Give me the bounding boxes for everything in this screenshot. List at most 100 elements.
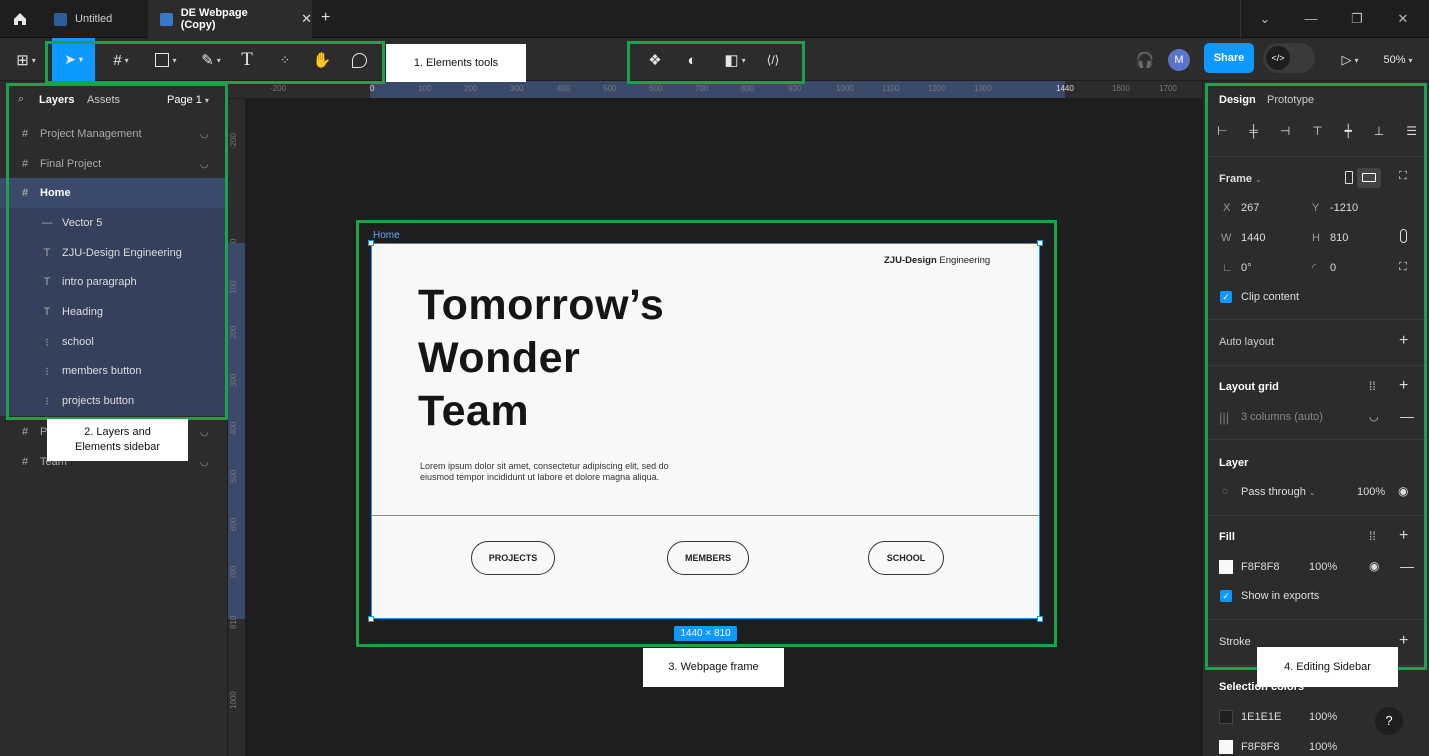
portrait-icon[interactable] [1345,171,1353,184]
tab-assets[interactable]: Assets [87,94,120,106]
hidden-eye-icon[interactable]: ◡ [200,457,209,468]
selection-color-swatch[interactable] [1219,710,1233,724]
grid-styles-icon[interactable]: ⁞⁞ [1369,379,1376,393]
share-button[interactable]: Share [1204,43,1254,73]
home-icon[interactable] [12,11,28,27]
members-button[interactable]: MEMBERS [667,541,749,575]
crop-button[interactable]: ⟨/⟩ [762,45,784,75]
frame-type-selector[interactable]: Frame ⌄ [1219,173,1262,185]
layer-row[interactable]: ⁝ school [0,327,226,357]
hidden-eye-icon[interactable]: ◡ [200,159,209,170]
intro-paragraph[interactable]: Lorem ipsum dolor sit amet, consectetur … [420,461,688,483]
resize-handle[interactable] [368,240,374,246]
layer-row[interactable]: ⁝ projects button [0,386,226,416]
hidden-eye-icon[interactable]: ◡ [200,427,209,438]
add-stroke-icon[interactable]: + [1399,632,1408,650]
clip-content-checkbox[interactable]: ✓ Clip content [1220,291,1299,303]
minimize-icon[interactable]: — [1300,8,1322,30]
headphones-icon[interactable]: 🎧 [1134,45,1156,75]
selection-color-opacity[interactable]: 100% [1309,711,1337,723]
window-close-icon[interactable]: ✕ [1392,8,1414,30]
present-button[interactable]: ▷ ▾ [1334,45,1366,75]
landscape-button[interactable] [1357,168,1381,188]
dev-mode-toggle[interactable]: </> [1263,43,1315,73]
resize-handle[interactable] [368,616,374,622]
tab-untitled[interactable]: Untitled [40,0,148,38]
grid-value[interactable]: 3 columns (auto) [1241,411,1323,423]
columns-icon[interactable]: ||| [1219,410,1229,425]
eye-icon[interactable]: ◉ [1369,559,1379,573]
hero-heading[interactable]: Tomorrow’s Wonder Team [418,279,664,438]
layer-row[interactable]: T Heading [0,297,226,327]
h-input[interactable]: 810 [1330,232,1348,244]
layer-row[interactable]: # Final Project ◡ [0,149,226,179]
distribute-icon[interactable]: ☰ [1406,124,1417,140]
layer-row[interactable]: — Vector 5 [0,208,226,238]
radius-input[interactable]: 0 [1330,262,1336,274]
selection-color-hex[interactable]: 1E1E1E [1241,711,1281,723]
fill-opacity-input[interactable]: 100% [1309,561,1337,573]
resize-handle[interactable] [1037,240,1043,246]
w-input[interactable]: 1440 [1241,232,1265,244]
x-input[interactable]: 267 [1241,202,1259,214]
align-right-icon[interactable]: ⊣ [1280,124,1290,140]
y-input[interactable]: -1210 [1330,202,1358,214]
hidden-icon[interactable]: ◡ [1369,410,1379,423]
blend-mode-select[interactable]: Pass through ⌄ [1241,486,1316,498]
move-tool-button[interactable]: ➤ ▾ [52,38,95,81]
page-selector[interactable]: Page 1 ▾ [167,94,209,106]
layer-row[interactable]: Tintro paragraph [0,267,226,297]
layer-row[interactable]: ⁝ members button [0,356,226,386]
align-middle-v-icon[interactable]: ┿ [1345,124,1352,140]
layer-opacity-input[interactable]: 100% [1357,486,1385,498]
fill-hex-input[interactable]: F8F8F8 [1241,561,1280,573]
add-fill-icon[interactable]: + [1399,527,1408,545]
zoom-button[interactable]: 50% ▾ [1376,45,1420,75]
hand-tool-button[interactable]: ✋ [310,45,334,75]
avatar[interactable]: M [1168,49,1190,71]
layer-row[interactable]: T ZJU-Design Engineering [0,238,226,268]
align-left-icon[interactable]: ⊢ [1217,124,1227,140]
close-icon[interactable]: ✕ [301,11,312,27]
fill-swatch[interactable] [1219,560,1233,574]
tab-layers[interactable]: Layers [39,94,74,106]
school-button[interactable]: SCHOOL [868,541,944,575]
projects-button[interactable]: PROJECTS [471,541,555,575]
align-center-h-icon[interactable]: ╪ [1249,124,1258,140]
selection-color-swatch[interactable] [1219,740,1233,754]
resources-button[interactable]: ⁘ [274,45,296,75]
shape-tool-button[interactable]: ▾ [148,45,184,75]
chevron-down-icon[interactable]: ⌄ [1254,8,1276,30]
mask-button[interactable]: ◐ [681,45,703,75]
pen-tool-button[interactable]: ✎ ▾ [194,45,228,75]
text-tool-button[interactable]: T [236,45,258,75]
selection-color-opacity[interactable]: 100% [1309,741,1337,753]
remove-fill-icon[interactable]: — [1400,558,1414,574]
fill-styles-icon[interactable]: ⁞⁞ [1369,529,1376,543]
restore-icon[interactable]: ❐ [1346,8,1368,30]
hidden-eye-icon[interactable]: ◡ [200,129,209,140]
search-icon[interactable]: ⌕ [18,93,24,106]
main-menu-button[interactable]: ⊞ ▾ [10,45,42,75]
add-auto-layout-icon[interactable]: + [1399,332,1408,350]
selection-color-hex[interactable]: F8F8F8 [1241,741,1280,753]
align-top-icon[interactable]: ⊤ [1312,124,1322,140]
remove-grid-icon[interactable]: — [1400,408,1414,424]
comment-tool-button[interactable] [348,45,370,75]
layer-row[interactable]: # Project Management ◡ [0,119,226,149]
frame-tool-button[interactable]: # ▾ [104,45,138,75]
help-button[interactable]: ? [1375,707,1403,735]
show-exports-checkbox[interactable]: ✓ Show in exports [1220,590,1319,602]
layer-row[interactable]: # Home [0,178,226,208]
resize-to-fit-icon[interactable]: ⛶ [1399,170,1407,183]
frame-name-label[interactable]: Home [373,230,400,241]
tab-de-webpage[interactable]: DE Webpage (Copy) ✕ [148,0,312,38]
tab-design[interactable]: Design [1219,94,1256,106]
brand-text[interactable]: ZJU-Design Engineering [884,255,990,266]
rotation-input[interactable]: 0° [1241,262,1252,274]
constrain-proportions-icon[interactable] [1400,229,1407,243]
align-bottom-icon[interactable]: ⊥ [1374,124,1384,140]
resize-handle[interactable] [1037,616,1043,622]
boolean-button[interactable]: ◧ ▾ [718,45,752,75]
eye-icon[interactable]: ◉ [1398,484,1408,498]
